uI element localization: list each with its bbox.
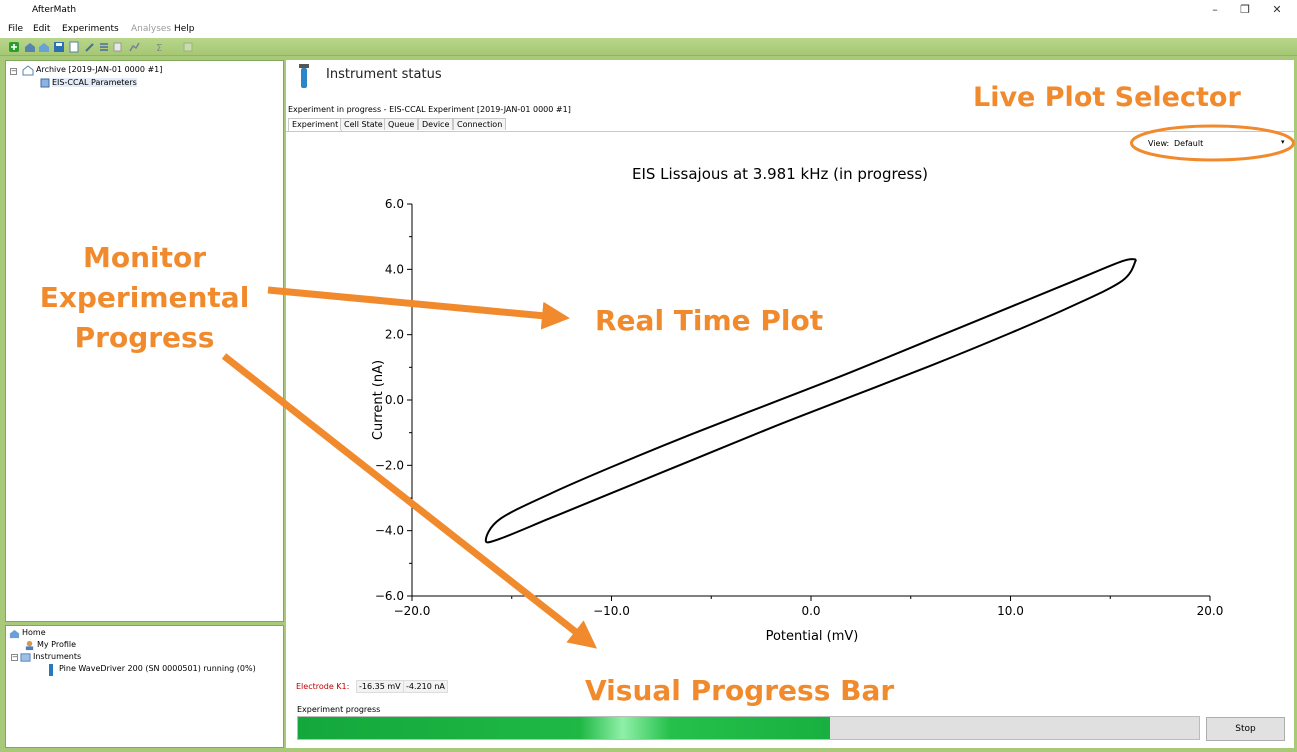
instrument-label[interactable]: Pine WaveDriver 200 (SN 0000501) running… [59,664,256,673]
home-icon [9,629,20,639]
app-window: AfterMath – ❐ ✕ File Edit Experiments An… [0,0,1297,752]
instruments-icon [20,653,31,662]
instrument-icon [49,664,53,676]
y-tick-label: 2.0 [385,328,404,342]
x-tick-label: 0.0 [801,604,820,618]
y-tick-label: 0.0 [385,393,404,407]
home-icon[interactable] [38,41,50,53]
parameters-icon [40,78,50,88]
tool-icon[interactable] [84,41,96,53]
restore-button[interactable]: ❐ [1230,2,1260,18]
archive-child-label[interactable]: EIS-CCAL Parameters [52,78,137,87]
y-tick-label: 6.0 [385,197,404,211]
progress-fill [298,717,830,739]
sum-icon[interactable]: Σ [154,41,166,53]
y-tick-label: −6.0 [375,589,404,603]
menu-bar: File Edit Experiments Analyses Help [0,20,1297,38]
profile-icon [25,640,34,651]
y-tick-label: −4.0 [375,524,404,538]
y-axis-label: Current (nA) [371,360,386,440]
instruments-label[interactable]: Instruments [33,652,81,661]
x-tick-label: −10.0 [593,604,630,618]
home-panel: Home My Profile − Instruments Pine WaveD… [5,625,284,748]
chart-title: EIS Lissajous at 3.981 kHz (in progress) [632,165,928,183]
callout-monitor-progress: Monitor Experimental Progress [22,238,267,358]
callout-monitor-line1: Monitor [82,241,207,274]
archive-root-label[interactable]: Archive [2019-JAN-01 0000 #1] [36,65,162,74]
copy-icon[interactable] [112,41,124,53]
menu-file[interactable]: File [8,24,23,34]
callout-monitor-line3: Progress [74,321,215,354]
x-axis-label: Potential (mV) [766,629,859,644]
toolbar: Σ [0,38,1297,56]
collapse-toggle[interactable]: − [10,68,17,75]
x-tick-label: 10.0 [997,604,1024,618]
close-button[interactable]: ✕ [1262,2,1292,18]
menu-edit[interactable]: Edit [33,24,50,34]
new-icon[interactable] [8,41,20,53]
save-icon[interactable] [53,41,65,53]
callout-visual-progress-bar: Visual Progress Bar [585,674,895,707]
progress-bar [297,716,1200,740]
document-icon[interactable] [68,41,80,53]
archive-icon[interactable] [24,41,36,53]
y-tick-label: −2.0 [375,458,404,472]
menu-help[interactable]: Help [174,24,195,34]
tab-experiment[interactable]: Experiment [288,118,343,131]
menu-analyses[interactable]: Analyses [131,24,171,34]
archive-folder-icon [22,65,34,76]
potential-reading: -16.35 mV [356,680,404,693]
current-reading: -4.210 nA [403,680,448,693]
tab-queue[interactable]: Queue [384,118,419,130]
callout-real-time-plot: Real Time Plot [595,304,824,337]
instrument-status-heading: Instrument status [326,67,442,82]
svg-text:Σ: Σ [156,43,162,53]
disabled-tool-icon[interactable] [182,41,194,53]
x-tick-label: −20.0 [394,604,431,618]
callout-monitor-line2: Experimental [39,281,250,314]
chart-tool-icon[interactable] [128,41,140,53]
electrode-label: Electrode K1: [296,682,350,691]
home-label[interactable]: Home [22,628,46,637]
callout-live-plot-selector: Live Plot Selector [973,82,1241,113]
stop-button[interactable]: Stop [1206,717,1285,741]
title-bar: AfterMath – ❐ ✕ [0,0,1297,20]
progress-label: Experiment progress [297,705,381,714]
lissajous-chart: EIS Lissajous at 3.981 kHz (in progress)… [371,165,1224,644]
list-icon[interactable] [98,41,110,53]
tab-cell-state[interactable]: Cell State [340,118,387,130]
instruments-toggle[interactable]: − [11,654,18,661]
window-title: AfterMath [32,5,77,15]
y-tick-label: 4.0 [385,262,404,276]
tab-device[interactable]: Device [418,118,454,130]
x-tick-label: 20.0 [1197,604,1224,618]
lissajous-curve [484,258,1138,544]
tab-connection[interactable]: Connection [453,118,507,130]
experiment-status-line: Experiment in progress - EIS-CCAL Experi… [288,105,571,114]
menu-experiments[interactable]: Experiments [62,24,119,34]
chart-axes: −6.0 −4.0 −2.0 0.0 2.0 4.0 6.0 −20.0 −10.0 0.0 10.… [375,197,1224,618]
instrument-status-icon [299,64,309,88]
minimize-button[interactable]: – [1200,2,1230,18]
profile-label[interactable]: My Profile [37,640,76,649]
